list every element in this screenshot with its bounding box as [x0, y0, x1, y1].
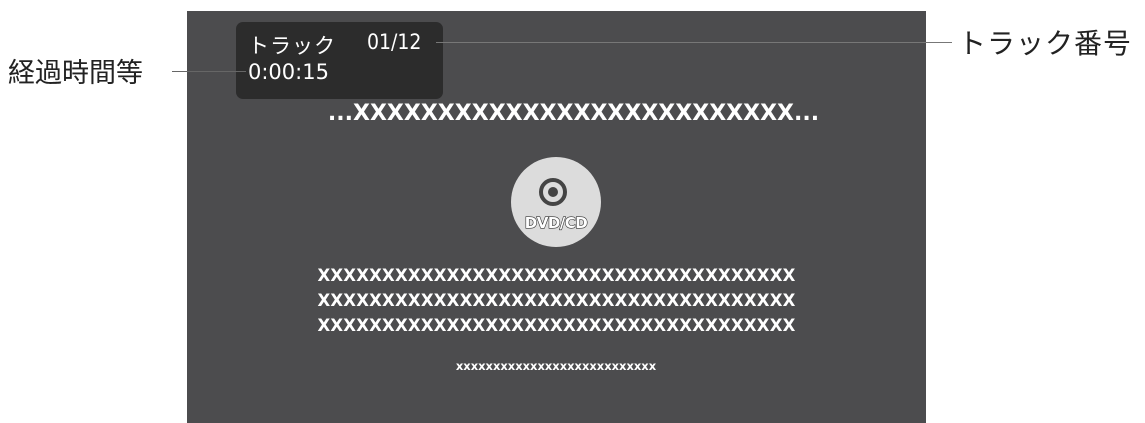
disc-label: DVD/CD [524, 213, 588, 232]
elapsed-callout-line [172, 71, 246, 72]
description-line-1: XXXXXXXXXXXXXXXXXXXXXXXXXXXXXXXXXXXXX [317, 266, 796, 285]
track-label: トラック [248, 34, 336, 58]
description-line-2: XXXXXXXXXXXXXXXXXXXXXXXXXXXXXXXXXXXXX [317, 291, 796, 310]
elapsed-time: 0:00:15 [248, 60, 329, 84]
elapsed-callout-label: 経過時間等 [8, 58, 143, 89]
disc-center-icon [548, 187, 558, 197]
small-info-text: xxxxxxxxxxxxxxxxxxxxxxxxxxx [455, 359, 657, 373]
track-number: 01/12 [367, 30, 422, 54]
description-line-3: XXXXXXXXXXXXXXXXXXXXXXXXXXXXXXXXXXXXX [317, 316, 796, 335]
track-title-line: ...XXXXXXXXXXXXXXXXXXXXXXXXXX... [0, 101, 1145, 126]
track-number-callout-label: トラック番号 [958, 27, 1133, 60]
track-number-callout-line [436, 42, 952, 43]
track-title: ...XXXXXXXXXXXXXXXXXXXXXXXXXX... [327, 101, 820, 126]
